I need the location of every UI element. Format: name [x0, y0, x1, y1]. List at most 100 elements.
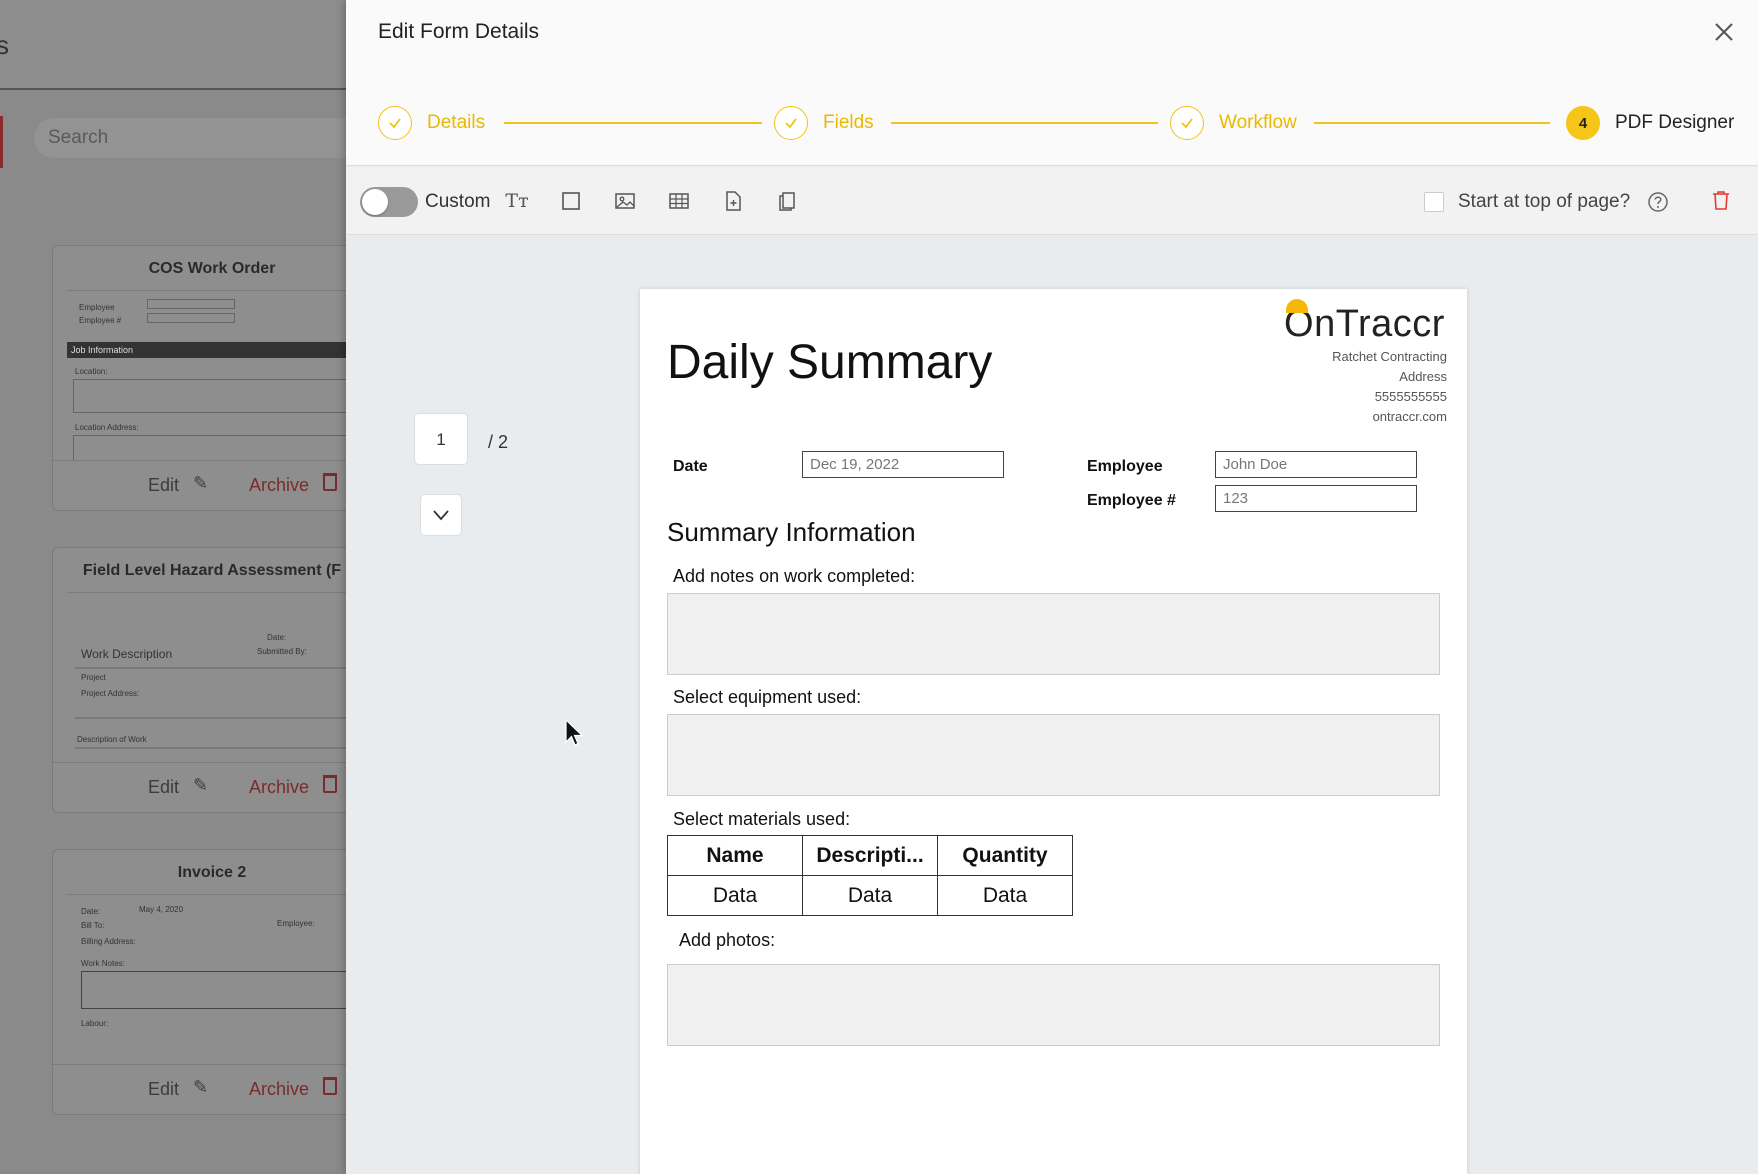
step-connector	[1314, 122, 1550, 124]
company-logo[interactable]: OnTraccr	[1284, 299, 1445, 346]
step-label: PDF Designer	[1615, 112, 1735, 133]
rectangle-tool-button[interactable]	[557, 187, 585, 215]
drawer-header: Edit Form Details	[346, 0, 1758, 66]
trash-icon[interactable]	[323, 1077, 337, 1095]
background-accent-bar	[0, 116, 3, 168]
image-icon	[615, 193, 635, 209]
table-cell: Data	[667, 875, 803, 916]
table-row: Data Data Data	[667, 875, 1073, 916]
table-header-cell: Quantity	[937, 835, 1073, 876]
table-icon	[669, 193, 689, 209]
text-tool-button[interactable]: Tт	[503, 187, 531, 215]
form-card-title: Field Level Hazard Assessment (F	[82, 562, 342, 579]
image-tool-button[interactable]	[611, 187, 639, 215]
hard-hat-icon	[1286, 299, 1308, 313]
pencil-icon[interactable]: ✎	[193, 473, 208, 494]
copy-tool-button[interactable]	[773, 187, 801, 215]
company-address: Address	[1399, 369, 1447, 384]
page-number-input[interactable]: 1	[414, 413, 468, 465]
step-details[interactable]: Details	[378, 106, 485, 140]
background-page: s Search COS Work Order Employee Employe…	[0, 0, 346, 1174]
background-header-title: s	[0, 30, 9, 60]
drawer-title: Edit Form Details	[378, 20, 540, 43]
custom-toggle-label: Custom	[425, 191, 491, 212]
stepper: Details Fields Workflow 4 PDF Designer	[346, 66, 1758, 166]
step-label: Workflow	[1219, 112, 1297, 133]
form-card-title: Invoice 2	[177, 864, 247, 881]
form-card[interactable]: Invoice 2 Date: May 4, 2020 Bill To: Emp…	[52, 849, 346, 1115]
step-number: 4	[1566, 106, 1600, 140]
check-icon	[378, 106, 412, 140]
step-pdf-designer[interactable]: 4 PDF Designer	[1566, 106, 1734, 140]
form-card-preview: Date: Submitted By: Work Description Pro…	[67, 592, 346, 762]
date-label: Date	[673, 458, 708, 475]
pencil-icon[interactable]: ✎	[193, 1077, 208, 1098]
table-cell: Data	[802, 875, 938, 916]
date-field[interactable]: Dec 19, 2022	[802, 451, 1004, 478]
notes-label: Add notes on work completed:	[673, 566, 916, 586]
edit-button[interactable]: Edit	[148, 475, 179, 496]
materials-label: Select materials used:	[673, 809, 851, 829]
pdf-page: Daily Summary OnTraccr Ratchet Contracti…	[640, 289, 1467, 1174]
edit-button[interactable]: Edit	[148, 1079, 179, 1100]
step-fields[interactable]: Fields	[774, 106, 874, 140]
check-icon	[774, 106, 808, 140]
archive-button[interactable]: Archive	[249, 475, 309, 496]
page-total: / 2	[488, 432, 509, 452]
form-card-actions: Edit ✎ Archive	[53, 460, 346, 510]
equipment-label: Select equipment used:	[673, 687, 862, 707]
table-header-row: Name Descripti... Quantity	[667, 835, 1073, 876]
photos-box[interactable]	[667, 964, 1440, 1046]
chevron-down-icon	[433, 510, 449, 521]
table-header-cell: Descripti...	[802, 835, 938, 876]
pencil-icon[interactable]: ✎	[193, 775, 208, 796]
text-format-icon: Tт	[505, 190, 529, 212]
copy-icon	[779, 192, 795, 211]
form-card-title: COS Work Order	[148, 260, 276, 277]
next-page-button[interactable]	[420, 494, 462, 536]
delete-icon[interactable]	[1710, 189, 1732, 211]
step-connector	[504, 122, 762, 124]
company-name: Ratchet Contracting	[1332, 349, 1447, 364]
form-card-preview: Date: May 4, 2020 Bill To: Employee: Bil…	[67, 894, 346, 1064]
edit-button[interactable]: Edit	[148, 777, 179, 798]
trash-icon[interactable]	[323, 775, 337, 793]
background-search-input[interactable]: Search	[34, 118, 346, 158]
employee-field[interactable]: John Doe	[1215, 451, 1417, 478]
edit-form-drawer: Edit Form Details Details Fields Workflo…	[346, 0, 1758, 1174]
form-card-actions: Edit ✎ Archive	[53, 762, 346, 812]
form-card[interactable]: Field Level Hazard Assessment (F Date: S…	[52, 547, 346, 813]
form-card-actions: Edit ✎ Archive	[53, 1064, 346, 1114]
notes-box[interactable]	[667, 593, 1440, 675]
archive-button[interactable]: Archive	[249, 1079, 309, 1100]
square-icon	[562, 192, 580, 210]
file-add-icon	[726, 191, 741, 211]
pdf-title[interactable]: Daily Summary	[667, 335, 992, 390]
company-phone: 5555555555	[1374, 389, 1447, 404]
close-icon[interactable]	[1712, 20, 1736, 44]
custom-toggle[interactable]	[360, 187, 418, 217]
equipment-box[interactable]	[667, 714, 1440, 796]
trash-icon[interactable]	[323, 473, 337, 491]
archive-button[interactable]: Archive	[249, 777, 309, 798]
start-at-top-label: Start at top of page?	[1458, 191, 1631, 212]
add-page-tool-button[interactable]	[719, 187, 747, 215]
form-card[interactable]: COS Work Order Employee Employee # Job I…	[52, 245, 346, 511]
step-workflow[interactable]: Workflow	[1170, 106, 1297, 140]
start-at-top-checkbox[interactable]	[1424, 192, 1444, 212]
employee-number-label: Employee #	[1087, 492, 1176, 509]
step-label: Details	[427, 112, 486, 133]
step-label: Fields	[823, 112, 874, 133]
help-icon[interactable]	[1647, 191, 1669, 213]
step-connector	[891, 122, 1158, 124]
summary-section-title[interactable]: Summary Information	[667, 517, 916, 548]
table-header-cell: Name	[667, 835, 803, 876]
background-header: s	[0, 0, 346, 90]
company-website: ontraccr.com	[1372, 409, 1447, 424]
table-tool-button[interactable]	[665, 187, 693, 215]
table-cell: Data	[937, 875, 1073, 916]
check-icon	[1170, 106, 1204, 140]
employee-label: Employee	[1087, 458, 1163, 475]
employee-number-field[interactable]: 123	[1215, 485, 1417, 512]
materials-table[interactable]: Name Descripti... Quantity Data Data Dat…	[667, 835, 1073, 916]
